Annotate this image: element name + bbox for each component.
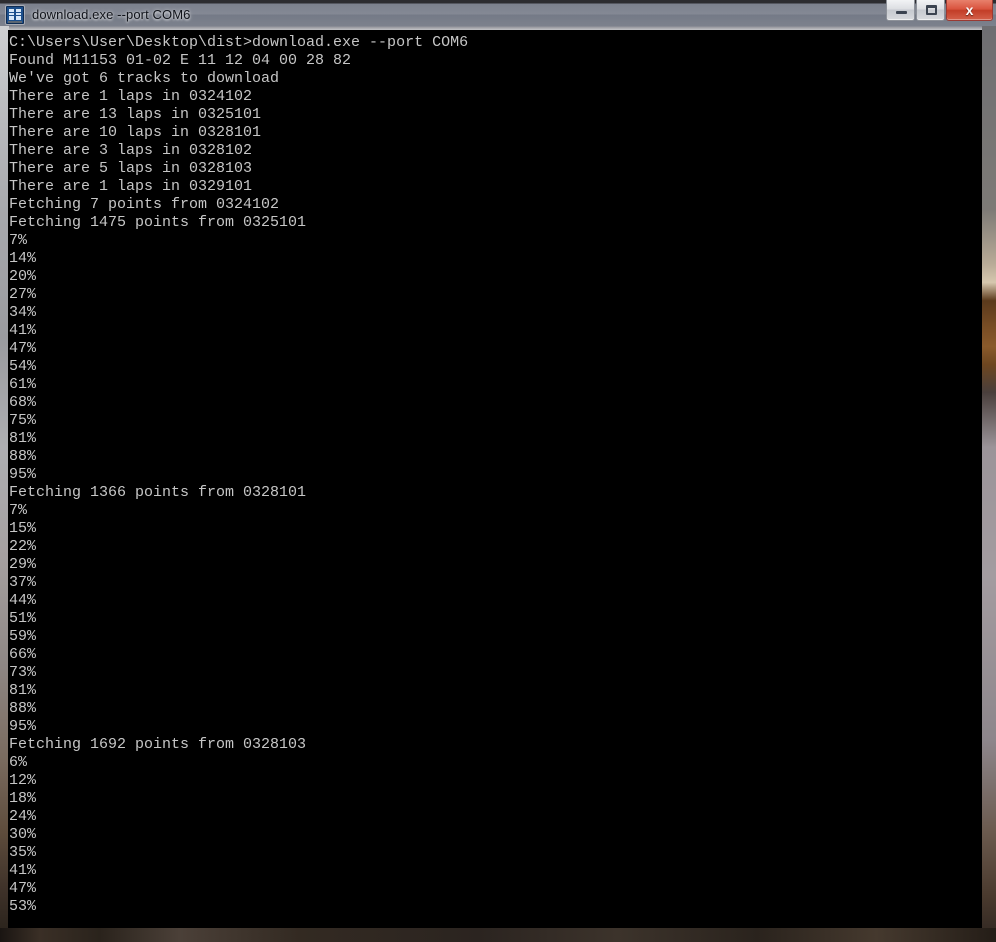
console-window: download.exe --port COM6 x C:\Users\User… [0, 0, 996, 942]
console-client-area[interactable]: C:\Users\User\Desktop\dist>download.exe … [8, 30, 982, 928]
minimize-icon [896, 11, 907, 14]
window-title: download.exe --port COM6 [32, 6, 191, 22]
window-controls: x [885, 0, 993, 22]
title-bar[interactable]: download.exe --port COM6 x [0, 0, 996, 28]
close-button[interactable]: x [946, 0, 993, 21]
minimize-button[interactable] [886, 0, 915, 21]
maximize-icon [926, 5, 937, 15]
window-frame-bottom [0, 928, 996, 942]
console-icon[interactable] [6, 5, 24, 24]
maximize-button[interactable] [916, 0, 945, 21]
window-frame-right [982, 26, 996, 942]
console-output: C:\Users\User\Desktop\dist>download.exe … [9, 34, 469, 915]
close-icon: x [965, 2, 974, 18]
